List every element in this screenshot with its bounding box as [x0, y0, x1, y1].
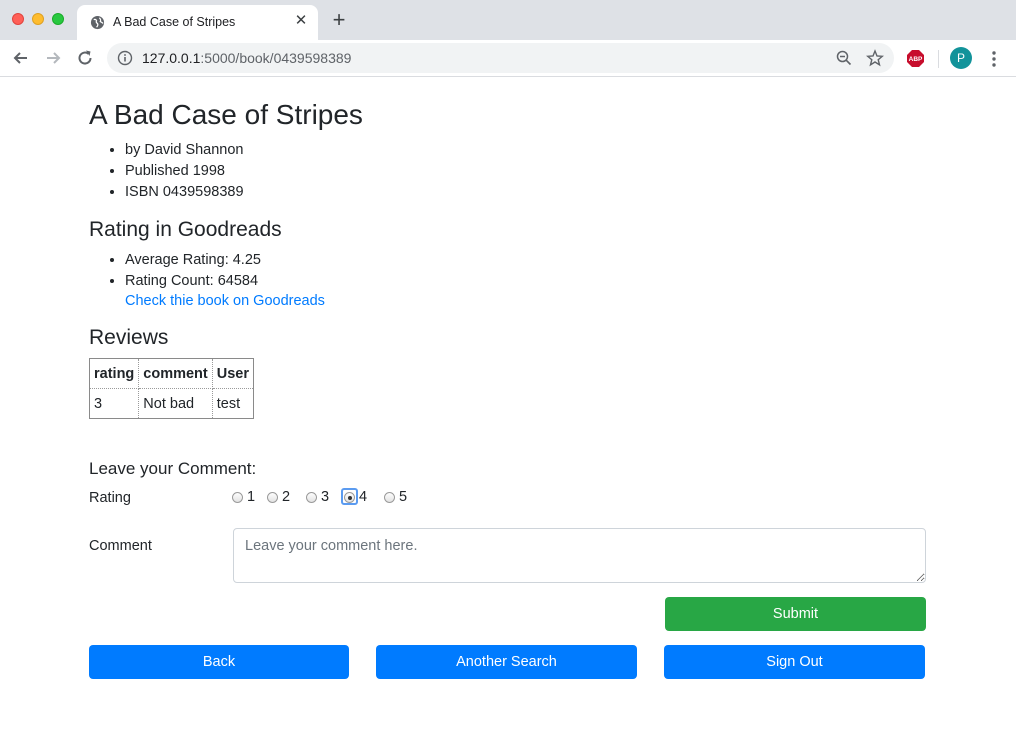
rating-count: Rating Count: 64584 [125, 271, 261, 292]
zoom-out-icon[interactable] [836, 50, 852, 66]
tab-title: A Bad Case of Stripes [113, 15, 236, 29]
profile-avatar[interactable]: P [950, 47, 972, 69]
url-path: :5000/book/0439598389 [200, 50, 352, 66]
radio-label: 1 [247, 489, 256, 505]
book-details-list: by David Shannon Published 1998 ISBN 043… [125, 140, 244, 203]
radio-label: 2 [282, 489, 291, 505]
book-author: by David Shannon [125, 140, 244, 161]
browser-toolbar: 127.0.0.1:5000/book/0439598389 ABP P [0, 40, 1016, 77]
radio-button[interactable] [232, 492, 243, 503]
bookmark-star-icon[interactable] [866, 49, 884, 67]
rating-label: Rating [89, 490, 131, 506]
browser-tabstrip: A Bad Case of Stripes ✕ + [0, 0, 1016, 40]
review-user-cell: test [211, 388, 255, 419]
forward-arrow-icon[interactable] [43, 48, 63, 68]
radio-label: 4 [359, 489, 368, 505]
average-rating: Average Rating: 4.25 [125, 250, 261, 271]
column-header-user: User [211, 358, 255, 389]
sign-out-button[interactable]: Sign Out [664, 645, 925, 679]
radio-button[interactable] [306, 492, 317, 503]
minimize-window-button[interactable] [32, 13, 44, 25]
page-content: A Bad Case of Stripes by David Shannon P… [0, 77, 1016, 742]
reviews-heading: Reviews [89, 326, 169, 349]
adblock-label: ABP [909, 56, 923, 63]
comment-form-heading: Leave your Comment: [89, 459, 257, 478]
toolbar-separator [938, 50, 939, 68]
another-search-button[interactable]: Another Search [376, 645, 637, 679]
radio-label: 5 [399, 489, 408, 505]
url-text[interactable]: 127.0.0.1:5000/book/0439598389 [142, 50, 351, 66]
goodreads-list: Average Rating: 4.25 Rating Count: 64584 [125, 250, 261, 292]
comment-textarea[interactable] [233, 528, 926, 583]
radio-label: 3 [321, 489, 330, 505]
new-tab-button[interactable]: + [328, 9, 350, 31]
reviews-header-row: rating comment User [88, 358, 255, 389]
back-button[interactable]: Back [89, 645, 349, 679]
back-arrow-icon[interactable] [11, 48, 31, 68]
submit-button[interactable]: Submit [665, 597, 926, 631]
review-rating-cell: 3 [88, 388, 140, 419]
maximize-window-button[interactable] [52, 13, 64, 25]
book-isbn: ISBN 0439598389 [125, 182, 244, 203]
browser-tab[interactable]: A Bad Case of Stripes ✕ [77, 5, 318, 40]
radio-button-selected[interactable] [344, 492, 355, 503]
reviews-table: rating comment User 3 Not bad test [88, 358, 255, 419]
info-icon[interactable] [117, 50, 133, 66]
more-menu-icon[interactable] [986, 49, 1002, 69]
address-bar[interactable]: 127.0.0.1:5000/book/0439598389 [107, 43, 894, 73]
radio-button[interactable] [384, 492, 395, 503]
book-title: A Bad Case of Stripes [89, 99, 363, 130]
column-header-rating: rating [88, 358, 140, 389]
column-header-comment: comment [138, 358, 213, 389]
globe-icon [90, 15, 105, 30]
close-tab-icon[interactable]: ✕ [293, 13, 309, 29]
review-comment-cell: Not bad [138, 388, 213, 419]
book-published: Published 1998 [125, 161, 244, 182]
comment-label: Comment [89, 538, 152, 554]
goodreads-link[interactable]: Check thie book on Goodreads [125, 293, 325, 309]
radio-button[interactable] [267, 492, 278, 503]
close-window-button[interactable] [12, 13, 24, 25]
table-row: 3 Not bad test [88, 388, 255, 419]
goodreads-heading: Rating in Goodreads [89, 218, 282, 241]
adblock-icon[interactable]: ABP [906, 49, 925, 68]
url-host: 127.0.0.1 [142, 50, 201, 66]
reload-icon[interactable] [75, 48, 95, 68]
